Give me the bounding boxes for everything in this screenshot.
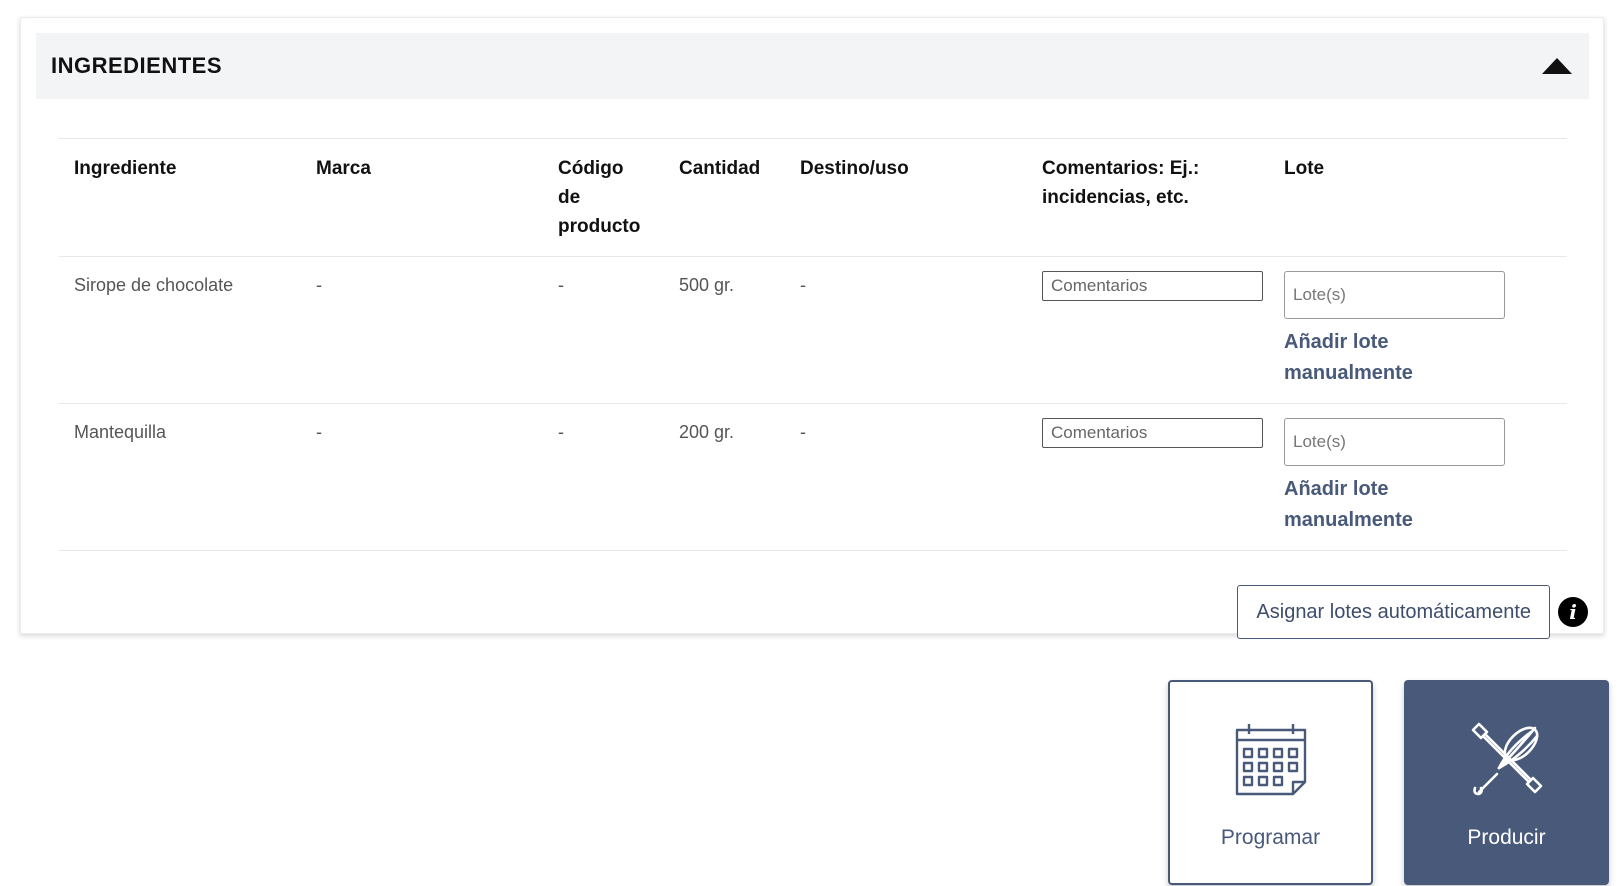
cell-ingrediente: Mantequilla (74, 422, 167, 442)
ingredients-table: Ingrediente Marca Código de producto Can… (59, 138, 1567, 551)
cell-destino: - (800, 422, 806, 442)
assign-lotes-auto-button[interactable]: Asignar lotes automáticamente (1237, 585, 1550, 639)
lote-input[interactable] (1284, 271, 1505, 319)
comentarios-input[interactable] (1042, 271, 1263, 301)
ingredients-header[interactable]: INGREDIENTES (36, 33, 1589, 99)
cell-cantidad: 200 gr. (679, 422, 735, 442)
assign-row: Asignar lotes automáticamente i (1237, 585, 1588, 639)
header-ingrediente: Ingrediente (74, 158, 177, 179)
header-lote: Lote (1284, 158, 1325, 179)
producir-button[interactable]: Producir (1404, 680, 1609, 885)
cell-destino: - (800, 275, 806, 295)
add-lote-manual-link[interactable]: Añadir lote manualmente (1284, 327, 1484, 389)
cell-comentarios (1027, 404, 1269, 551)
calendar-icon (1235, 724, 1306, 796)
info-icon[interactable]: i (1558, 597, 1588, 627)
header-destino: Destino/uso (800, 158, 909, 179)
caret-up-icon[interactable] (1540, 54, 1574, 78)
add-lote-manual-link[interactable]: Añadir lote manualmente (1284, 474, 1484, 536)
table-row: Sirope de chocolate - - 500 gr. - Añadir… (59, 256, 1567, 404)
programar-button[interactable]: Programar (1168, 680, 1373, 885)
rolling-pin-whisk-icon (1471, 722, 1542, 796)
comentarios-input[interactable] (1042, 418, 1263, 448)
cell-codigo: - (558, 275, 564, 295)
table-row: Mantequilla - - 200 gr. - Añadir lote ma… (59, 403, 1567, 551)
cell-lote: Añadir lote manualmente (1269, 404, 1567, 551)
ingredients-card: INGREDIENTES Ingrediente Marca Código de… (20, 17, 1604, 639)
cell-cantidad: 500 gr. (679, 275, 735, 295)
section-title: INGREDIENTES (51, 53, 223, 78)
table-header-row: Ingrediente Marca Código de producto Can… (59, 138, 1567, 257)
producir-label: Producir (1467, 826, 1546, 849)
lote-input[interactable] (1284, 418, 1505, 466)
header-comentarios: Comentarios: Ej.: incidencias, etc. (1042, 158, 1200, 208)
programar-label: Programar (1220, 826, 1321, 849)
header-marca: Marca (316, 158, 371, 179)
cell-comentarios (1027, 257, 1269, 404)
ingredients-table-wrapper: Ingrediente Marca Código de producto Can… (59, 138, 1567, 551)
cell-marca: - (316, 275, 322, 295)
cell-lote: Añadir lote manualmente (1269, 257, 1567, 404)
header-cantidad: Cantidad (679, 158, 761, 179)
cell-ingrediente: Sirope de chocolate (74, 275, 234, 295)
cell-codigo: - (558, 422, 564, 442)
header-codigo: Código de producto (558, 158, 641, 237)
cell-marca: - (316, 422, 322, 442)
